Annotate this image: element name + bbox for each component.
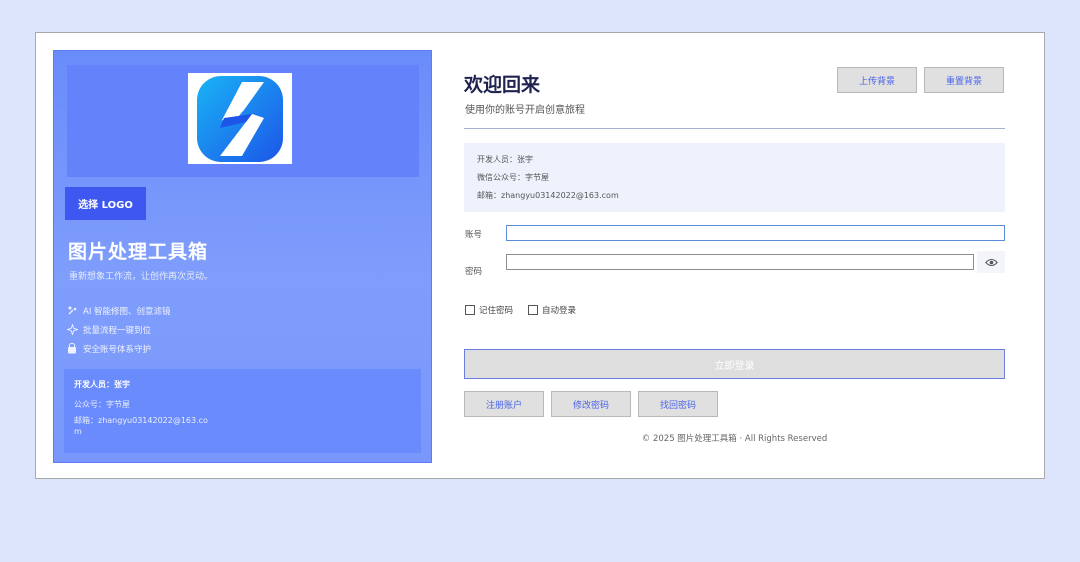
feature-label: 批量流程一键到位: [83, 325, 152, 336]
eye-icon: [984, 258, 998, 266]
info-wechat: 微信公众号：字节屋: [477, 173, 549, 182]
register-button[interactable]: 注册账户: [464, 391, 544, 417]
official-account: 公众号：字节屋: [74, 400, 130, 409]
developer-card: 开发人员：张宇 公众号：字节屋 邮箱：zhangyu03142022@163.c…: [64, 369, 421, 453]
upload-background-button[interactable]: 上传背景: [837, 67, 917, 93]
reset-background-button[interactable]: 重置背景: [924, 67, 1004, 93]
feature-item: 批量流程一键到位: [65, 320, 171, 339]
app-title: 图片处理工具箱: [68, 241, 209, 263]
password-input[interactable]: [506, 254, 974, 270]
feature-item: AI 智能修图、创意滤镜: [65, 301, 171, 320]
developer-email: 邮箱：zhangyu03142022@163.com: [74, 416, 208, 436]
change-password-button[interactable]: 修改密码: [551, 391, 631, 417]
remember-password-option[interactable]: 记住密码: [465, 304, 513, 316]
lightning-logo-icon: [197, 75, 283, 162]
developer-name: 开发人员：张宇: [74, 380, 130, 389]
feature-label: 安全账号体系守护: [83, 344, 152, 355]
logo-area: [67, 65, 419, 177]
account-input[interactable]: [506, 225, 1005, 241]
account-label: 账号: [465, 230, 483, 240]
auto-login-label: 自动登录: [542, 306, 577, 316]
info-developer: 开发人员：张宇: [477, 155, 533, 164]
remember-password-checkbox[interactable]: [465, 305, 475, 315]
choose-logo-button[interactable]: 选择 LOGO: [65, 187, 146, 220]
header-divider: [464, 128, 1005, 129]
auto-login-option[interactable]: 自动登录: [528, 304, 576, 316]
shield-icon: [65, 343, 79, 355]
magic-icon: [65, 305, 79, 317]
toggle-password-visibility-button[interactable]: [977, 251, 1005, 273]
feature-label: AI 智能修图、创意滤镜: [83, 306, 171, 317]
app-logo: [188, 73, 292, 164]
recover-password-button[interactable]: 找回密码: [638, 391, 718, 417]
brand-panel: 选择 LOGO 图片处理工具箱 重新想象工作流，让创作再次灵动。 AI 智能修图…: [53, 50, 432, 463]
sparkle-icon: [65, 324, 79, 336]
password-label: 密码: [465, 267, 483, 277]
feature-list: AI 智能修图、创意滤镜 批量流程一键到位 安全账号体系守护: [65, 301, 171, 358]
developer-info-box: 开发人员：张宇 微信公众号：字节屋 邮箱：zhangyu03142022@163…: [464, 143, 1005, 212]
login-button[interactable]: 立即登录: [464, 349, 1005, 379]
remember-password-label: 记住密码: [479, 306, 514, 316]
login-window: 选择 LOGO 图片处理工具箱 重新想象工作流，让创作再次灵动。 AI 智能修图…: [35, 32, 1045, 479]
copyright-footer: © 2025 图片处理工具箱 · All Rights Reserved: [641, 434, 828, 444]
page-title: 欢迎回来: [464, 74, 541, 96]
app-subtitle: 重新想象工作流，让创作再次灵动。: [69, 272, 214, 282]
feature-item: 安全账号体系守护: [65, 339, 171, 358]
auto-login-checkbox[interactable]: [528, 305, 538, 315]
page-subtitle: 使用你的账号开启创意旅程: [465, 105, 585, 116]
info-email: 邮箱：zhangyu03142022@163.com: [477, 191, 619, 200]
